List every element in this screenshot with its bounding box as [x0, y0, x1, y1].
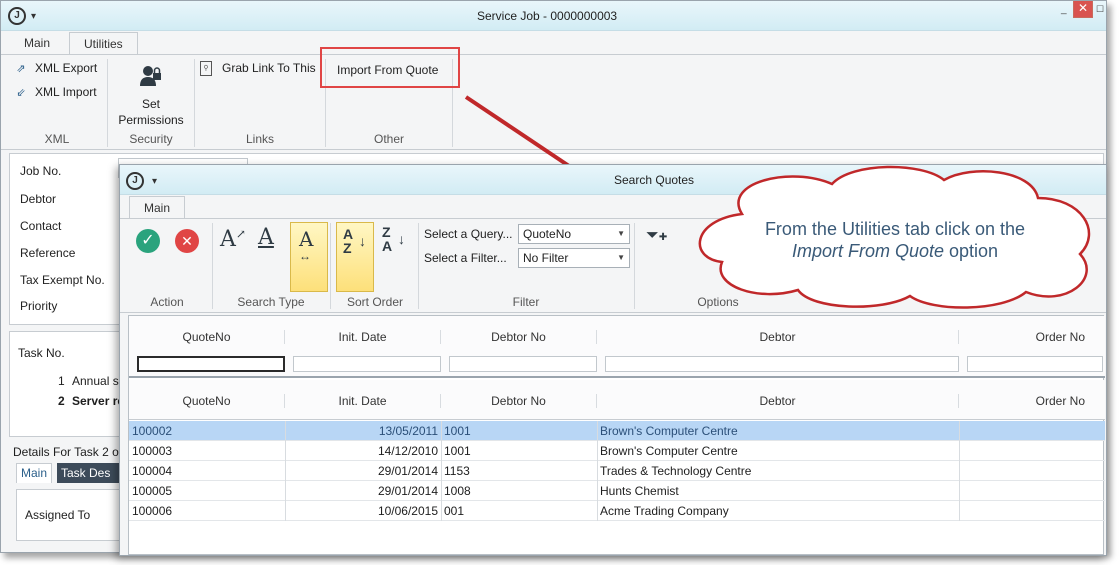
- query-select[interactable]: QuoteNo ▼: [518, 224, 630, 244]
- select-query-label: Select a Query...: [424, 227, 513, 241]
- filter-col-debtor: Debtor: [597, 330, 959, 344]
- cell-quoteno: 100004: [132, 464, 173, 478]
- cell-debtor: Hunts Chemist: [600, 484, 679, 498]
- ok-check-icon[interactable]: ✓: [136, 229, 160, 253]
- chevron-down-icon: ▼: [617, 253, 625, 262]
- cell-init-date: 14/12/2010: [377, 444, 438, 458]
- filter-input-order-no[interactable]: [967, 356, 1103, 372]
- grid-filter-header: QuoteNo Init. Date Debtor No Debtor Orde…: [129, 316, 1105, 378]
- cell-init-date: 29/01/2014: [377, 464, 438, 478]
- sort-az-icon: AZ: [343, 226, 354, 256]
- cell-init-date: 10/06/2015: [377, 504, 438, 518]
- search-type-group-label: Search Type: [237, 295, 305, 309]
- cancel-x-icon[interactable]: ✕: [175, 229, 199, 253]
- col-quoteno[interactable]: QuoteNo: [129, 394, 285, 408]
- col-order-no[interactable]: Order No: [959, 394, 1105, 408]
- col-divider: [441, 421, 442, 521]
- search-type-contains-button[interactable]: A ↔: [290, 222, 328, 292]
- group-divider: [330, 223, 331, 309]
- search-type-contains-icon: A: [299, 227, 314, 251]
- sort-za-icon[interactable]: ZA: [382, 225, 392, 253]
- cell-quoteno: 100005: [132, 484, 173, 498]
- sort-ascending-button[interactable]: AZ ↓: [336, 222, 374, 292]
- search-type-starts-with-icon[interactable]: A↗: [220, 227, 246, 252]
- filter-col-init-date: Init. Date: [285, 330, 441, 344]
- col-debtor-no[interactable]: Debtor No: [441, 394, 597, 408]
- cell-debtor: Trades & Technology Centre: [600, 464, 752, 478]
- cell-debtor: Acme Trading Company: [600, 504, 729, 518]
- cell-debtor-no: 1001: [444, 424, 471, 438]
- col-init-date[interactable]: Init. Date: [285, 394, 441, 408]
- callout-emphasis: Import From Quote: [791, 241, 944, 261]
- col-debtor[interactable]: Debtor: [597, 394, 959, 408]
- action-group-label: Action: [150, 295, 184, 309]
- col-divider: [597, 421, 598, 521]
- filter-col-debtor-no: Debtor No: [441, 330, 597, 344]
- group-divider: [634, 223, 635, 309]
- cell-debtor-no: 1001: [444, 444, 471, 458]
- search-type-exact-icon[interactable]: A: [258, 225, 274, 250]
- callout-line-2: Import From Quote option: [742, 240, 1048, 262]
- filter-select[interactable]: No Filter ▼: [518, 248, 630, 268]
- callout-text: From the Utilities tab click on the Impo…: [742, 218, 1048, 262]
- filter-group-label: Filter: [512, 295, 540, 309]
- cell-quoteno: 100006: [132, 504, 173, 518]
- arrow-both-icon: ↔: [299, 249, 311, 263]
- filter-input-debtor-no[interactable]: [449, 356, 597, 372]
- group-divider: [212, 223, 213, 309]
- filter-input-debtor[interactable]: [605, 356, 959, 372]
- app-logo[interactable]: J: [126, 172, 144, 190]
- cell-init-date: 29/01/2014: [377, 484, 438, 498]
- sort-order-group-label: Sort Order: [346, 295, 403, 309]
- filter-funnel-icon[interactable]: ⏷✚: [646, 227, 667, 245]
- callout-line-2-rest: option: [944, 241, 999, 261]
- cell-debtor: Brown's Computer Centre: [600, 424, 738, 438]
- cell-quoteno: 100003: [132, 444, 173, 458]
- select-filter-label: Select a Filter...: [424, 251, 507, 265]
- cell-debtor: Brown's Computer Centre: [600, 444, 738, 458]
- cell-debtor-no: 1008: [444, 484, 471, 498]
- cell-quoteno: 100002: [132, 424, 173, 438]
- filter-col-quoteno: QuoteNo: [129, 330, 285, 344]
- quick-access-dropdown-icon[interactable]: ▾: [152, 177, 162, 187]
- grid-column-header: QuoteNo Init. Date Debtor No Debtor Orde…: [129, 380, 1105, 420]
- search-tab-main[interactable]: Main: [129, 196, 186, 218]
- cell-init-date: 13/05/2011: [378, 424, 438, 438]
- callout-line-1: From the Utilities tab click on the: [764, 219, 1026, 239]
- chevron-down-icon: ▼: [617, 229, 625, 238]
- cell-debtor-no: 001: [444, 504, 465, 518]
- sort-za-arrow-icon: ↓: [398, 231, 405, 247]
- sort-down-arrow-icon: ↓: [359, 233, 366, 249]
- quotes-grid: QuoteNo Init. Date Debtor No Debtor Orde…: [128, 315, 1105, 555]
- col-divider: [959, 421, 960, 521]
- filter-input-init-date[interactable]: [293, 356, 441, 372]
- filter-col-order-no: Order No: [1035, 330, 1085, 344]
- group-divider: [418, 223, 419, 309]
- col-divider: [285, 421, 286, 521]
- cell-debtor-no: 1153: [444, 464, 470, 478]
- arrow-line: [464, 95, 580, 174]
- filter-input-quoteno[interactable]: [137, 356, 285, 372]
